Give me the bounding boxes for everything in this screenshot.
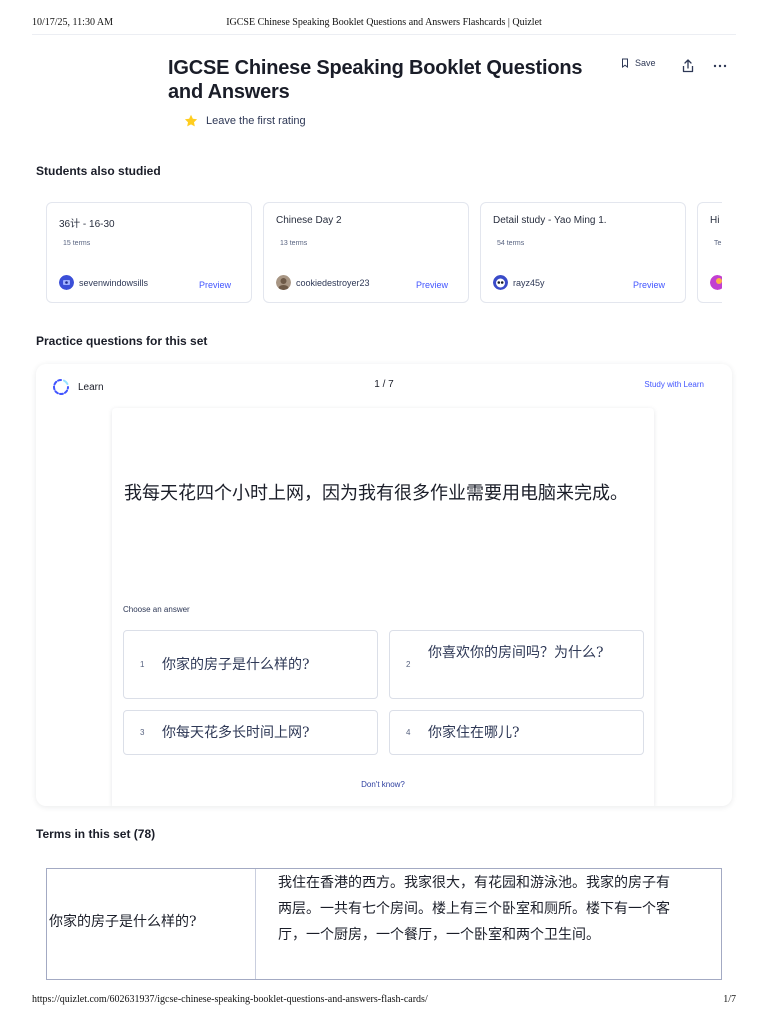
answer-option-1[interactable]: 1 你家的房子是什么样的? bbox=[123, 630, 378, 699]
print-header: 10/17/25, 11:30 AM IGCSE Chinese Speakin… bbox=[32, 17, 736, 31]
card-term-count: 13 terms bbox=[280, 240, 308, 247]
print-page-number: 1/7 bbox=[723, 994, 736, 1005]
column-divider bbox=[255, 869, 256, 979]
preview-button[interactable]: Preview bbox=[199, 280, 231, 290]
study-card[interactable]: Chinese Day 2 13 terms cookiedestroyer23… bbox=[263, 202, 469, 303]
study-card[interactable]: Detail study - Yao Ming 1. 54 terms rayz… bbox=[480, 202, 686, 303]
header-actions: Save bbox=[620, 58, 727, 73]
bookmark-icon bbox=[622, 58, 628, 68]
terms-heading: Terms in this set (78) bbox=[36, 827, 156, 841]
avatar bbox=[59, 275, 74, 290]
answer-option-4[interactable]: 4 你家住在哪儿? bbox=[389, 710, 644, 755]
answer-number: 1 bbox=[140, 660, 145, 669]
top-divider bbox=[32, 34, 736, 35]
study-card[interactable]: Hi Te bbox=[697, 202, 722, 303]
print-footer: https://quizlet.com/602631937/igcse-chin… bbox=[32, 994, 736, 1008]
print-doc-title: IGCSE Chinese Speaking Booklet Questions… bbox=[226, 17, 542, 28]
answer-number: 3 bbox=[140, 728, 145, 737]
answer-option-2[interactable]: 2 你喜欢你的房间吗？为什么? bbox=[389, 630, 644, 699]
more-options-icon[interactable] bbox=[712, 58, 728, 74]
star-icon bbox=[184, 114, 198, 127]
print-url: https://quizlet.com/602631937/igcse-chin… bbox=[32, 994, 428, 1005]
preview-button[interactable]: Preview bbox=[416, 280, 448, 290]
card-username[interactable]: rayz45y bbox=[513, 278, 545, 288]
card-username[interactable]: cookiedestroyer23 bbox=[296, 278, 370, 288]
term-definition: 我住在香港的西方。我家很大，有花园和游泳池。我家的房子有两层。一共有七个房间。楼… bbox=[278, 875, 670, 943]
save-label: Save bbox=[635, 58, 656, 68]
card-term-count: 15 terms bbox=[63, 240, 91, 247]
terms-table: 你家的房子是什么样的? 我住在香港的西方。我家很大，有花园和游泳池。我家的房子有… bbox=[46, 868, 722, 980]
card-title: Hi bbox=[710, 215, 720, 226]
preview-button[interactable]: Preview bbox=[633, 280, 665, 290]
answer-text: 你家的房子是什么样的? bbox=[162, 657, 310, 673]
save-button[interactable]: Save bbox=[620, 58, 656, 68]
answer-text: 你每天花多长时间上网? bbox=[162, 725, 310, 741]
study-card[interactable]: 36计 - 16-30 15 terms sevenwindowsills Pr… bbox=[46, 202, 252, 303]
practice-questions-heading: Practice questions for this set bbox=[36, 334, 208, 348]
answer-text: 你喜欢你的房间吗？为什么? bbox=[428, 645, 604, 661]
share-icon[interactable] bbox=[680, 58, 696, 74]
rating-link[interactable]: Leave the first rating bbox=[184, 114, 306, 128]
question-counter: 1 / 7 bbox=[374, 379, 394, 390]
set-title: IGCSE Chinese Speaking Booklet Questions… bbox=[168, 57, 583, 103]
choose-answer-label: Choose an answer bbox=[123, 605, 190, 614]
avatar bbox=[710, 275, 722, 290]
rating-text: Leave the first rating bbox=[206, 115, 306, 127]
term-text: 你家的房子是什么样的? bbox=[49, 914, 197, 930]
students-also-studied-heading: Students also studied bbox=[36, 164, 161, 178]
card-term-count: 54 terms bbox=[497, 240, 525, 247]
avatar bbox=[493, 275, 508, 290]
study-with-learn-link[interactable]: Study with Learn bbox=[644, 380, 704, 389]
dont-know-button[interactable]: Don't know? bbox=[112, 780, 654, 789]
question-text: 我每天花四个小时上网，因为我有很多作业需要用电脑来完成。 bbox=[124, 483, 628, 504]
card-title: Chinese Day 2 bbox=[276, 215, 342, 226]
card-username[interactable]: sevenwindowsills bbox=[79, 278, 148, 288]
answer-number: 4 bbox=[406, 728, 411, 737]
question-panel: 我每天花四个小时上网，因为我有很多作业需要用电脑来完成。 Choose an a… bbox=[112, 408, 654, 806]
study-cards-row: 36计 - 16-30 15 terms sevenwindowsills Pr… bbox=[46, 202, 722, 304]
answer-option-3[interactable]: 3 你每天花多长时间上网? bbox=[123, 710, 378, 755]
card-title: Detail study - Yao Ming 1. bbox=[493, 215, 607, 226]
answer-text: 你家住在哪儿? bbox=[428, 725, 520, 741]
card-term-count: Te bbox=[714, 240, 722, 247]
card-title: 36计 - 16-30 bbox=[59, 219, 115, 230]
practice-card: Learn 1 / 7 Study with Learn 我每天花四个小时上网，… bbox=[36, 364, 732, 806]
avatar bbox=[276, 275, 291, 290]
answer-number: 2 bbox=[406, 660, 411, 669]
